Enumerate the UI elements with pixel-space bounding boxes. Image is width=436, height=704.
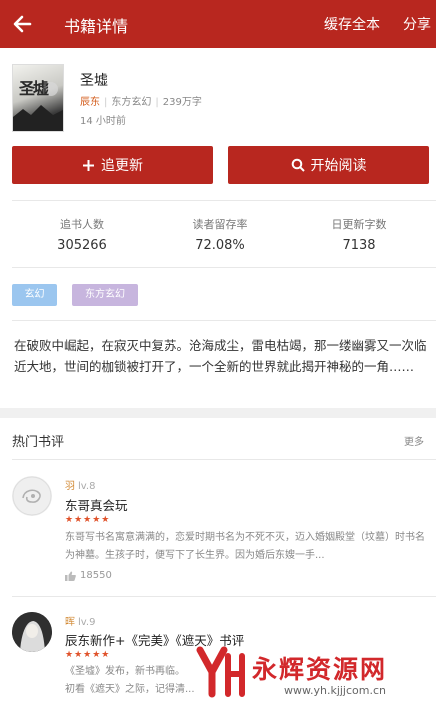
review-user: 羽 lv.8: [65, 477, 95, 492]
stat-daily-words: 日更新字数 7138: [289, 216, 429, 253]
top-bar: 书籍详情 缓存全本 分享: [0, 0, 436, 48]
start-reading-label: 开始阅读: [310, 158, 367, 174]
divider: [12, 596, 436, 597]
back-arrow-icon[interactable]: [8, 8, 40, 40]
review-stars: ★★★★★: [65, 515, 111, 525]
stat-label: 追书人数: [60, 218, 104, 231]
book-cover[interactable]: 圣墟: [12, 64, 64, 132]
review-stars: ★★★★★: [65, 650, 111, 660]
avatar[interactable]: [12, 476, 52, 516]
stat-retention: 读者留存率 72.08%: [150, 216, 290, 253]
book-updated-time: 14 小时前: [80, 116, 126, 127]
review-user-level: lv.8: [78, 481, 96, 492]
book-meta: 辰东 | 东方玄幻 | 239万字: [80, 93, 202, 108]
review-username: 羽: [65, 481, 75, 492]
review-user-level: lv.9: [78, 617, 96, 628]
review-user: 晖 lv.9: [65, 613, 95, 628]
stat-label: 日更新字数: [331, 218, 387, 231]
watermark: 永辉资源网 www.yh.kjjjcom.cn: [196, 640, 436, 704]
thumbs-up-icon: [65, 571, 76, 581]
review-title: 东哥真会玩: [65, 498, 128, 513]
watermark-brand: 永辉资源网: [252, 655, 388, 684]
book-description[interactable]: 在破败中崛起，在寂灭中复苏。沧海成尘，雷电枯竭，那一缕幽雾又一次临近大地，世间的…: [14, 335, 430, 377]
review-likes[interactable]: 18550: [65, 570, 112, 581]
more-reviews-link[interactable]: 更多: [404, 433, 424, 448]
start-reading-button[interactable]: 开始阅读: [228, 146, 429, 184]
watermark-url: www.yh.kjjjcom.cn: [284, 684, 387, 697]
cache-all-button[interactable]: 缓存全本: [324, 14, 380, 34]
avatar[interactable]: [12, 612, 52, 652]
page-title: 书籍详情: [64, 17, 129, 36]
tag-dongfang-xuanhuan[interactable]: 东方玄幻: [72, 284, 138, 306]
book-author[interactable]: 辰东: [80, 97, 100, 108]
tag-xuanhuan[interactable]: 玄幻: [12, 284, 57, 306]
plus-icon: [82, 159, 95, 172]
divider: [12, 459, 436, 460]
meta-divider: |: [155, 97, 159, 108]
book-title: 圣墟: [80, 73, 108, 89]
review-like-count: 18550: [80, 570, 112, 581]
stat-followers: 追书人数 305266: [12, 216, 152, 253]
stat-value: 7138: [342, 238, 376, 253]
divider: [12, 267, 436, 268]
search-icon: [291, 158, 305, 172]
stat-value: 305266: [57, 238, 107, 253]
hot-reviews-title: 热门书评: [12, 435, 65, 450]
stat-label: 读者留存率: [192, 218, 248, 231]
meta-divider: |: [104, 97, 108, 108]
review-body: 东哥写书名寓意满满的，恋爱时期书名为不死不灭，迈入婚姻殿堂（坟墓）时书名为神墓。…: [65, 532, 425, 561]
stat-value: 72.08%: [195, 238, 245, 253]
follow-update-button[interactable]: 追更新: [12, 146, 213, 184]
review-item[interactable]: 羽 lv.8 东哥真会玩 ★★★★★ 东哥写书名寓意满满的，恋爱时期书名为不死不灭…: [0, 466, 436, 594]
divider: [12, 200, 436, 201]
cover-title-text: 圣墟: [19, 79, 49, 98]
book-category: 东方玄幻: [111, 97, 152, 108]
book-word-count: 239万字: [162, 97, 202, 108]
section-gap: [0, 408, 436, 418]
divider: [12, 320, 436, 321]
follow-update-label: 追更新: [101, 158, 143, 174]
review-username: 晖: [65, 617, 75, 628]
share-button[interactable]: 分享: [403, 14, 431, 34]
watermark-logo-icon: [196, 644, 246, 700]
